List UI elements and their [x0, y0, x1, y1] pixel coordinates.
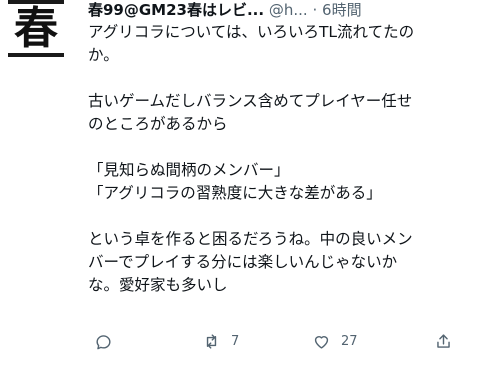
avatar[interactable]: 春: [2, 0, 68, 58]
header-separator: ·: [312, 1, 318, 19]
tweet-line: な。愛好家も多いし: [88, 276, 228, 294]
avatar-glyph: 春: [14, 3, 58, 54]
action-bar: 7 27: [88, 330, 480, 354]
retweet-icon: [206, 333, 217, 349]
display-name[interactable]: 春99@GM23春はレビ...: [88, 1, 264, 19]
share-icon: [437, 333, 450, 348]
tweet-header: 春99@GM23春はレビ... @h... · 6時間: [88, 0, 480, 20]
tweet-line: バーでプレイする分には楽しいんじゃないか: [88, 253, 398, 271]
retweet-button[interactable]: 7: [202, 330, 239, 352]
like-count: 27: [341, 333, 358, 349]
retweet-count: 7: [231, 333, 240, 349]
reply-icon: [96, 334, 111, 349]
reply-button[interactable]: [94, 330, 113, 352]
share-button[interactable]: [434, 330, 453, 352]
tweet-line: 「アグリコラの習熟度に大きな差がある」: [88, 184, 382, 202]
timestamp[interactable]: 6時間: [322, 1, 362, 19]
avatar-frame-bottom: [8, 53, 64, 57]
tweet-line: か。: [88, 46, 119, 64]
tweet-line: 古いゲームだしバランス含めてプレイヤー任せ: [88, 92, 413, 110]
like-button[interactable]: 27: [312, 330, 358, 352]
tweet-line: 「見知らぬ間柄のメンバー」: [88, 161, 290, 179]
tweet-text: アグリコラについては、いろいろTL流れてたの か。 古いゲームだしバランス含めて…: [88, 21, 468, 297]
handle[interactable]: @h...: [269, 1, 308, 19]
heart-icon: [314, 335, 329, 349]
tweet-line: という卓を作ると困るだろうね。中の良いメン: [88, 230, 413, 248]
tweet-line: のところがあるから: [88, 115, 228, 133]
tweet-line: アグリコラについては、いろいろTL流れてたの: [88, 23, 415, 41]
